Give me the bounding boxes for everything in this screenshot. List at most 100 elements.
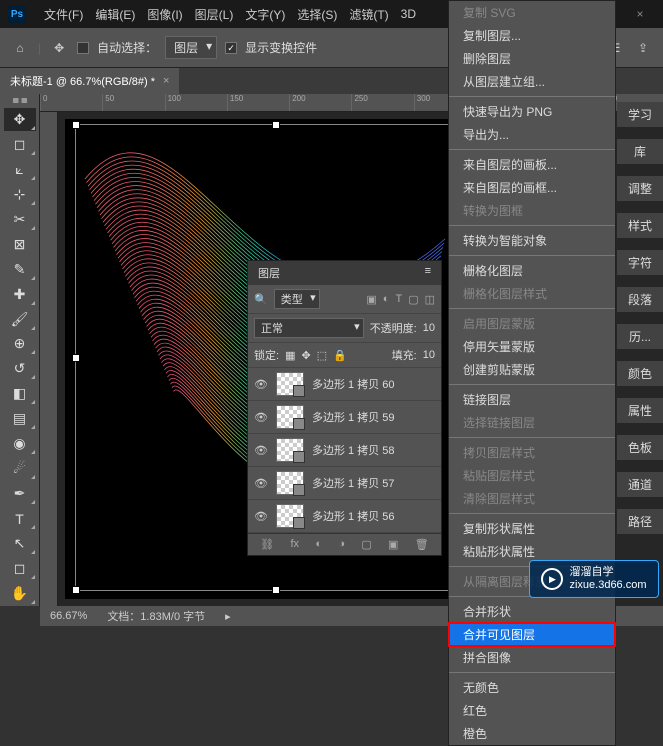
- layer-thumbnail[interactable]: [276, 438, 304, 462]
- context-item[interactable]: 复制图层...: [449, 24, 615, 47]
- mask-icon[interactable]: ◐: [315, 538, 322, 551]
- handle-ml[interactable]: [72, 354, 80, 362]
- handle-tc[interactable]: [272, 121, 280, 129]
- context-item[interactable]: 停用矢量蒙版: [449, 335, 615, 358]
- layer-row[interactable]: 👁多边形 1 拷贝 59: [248, 401, 441, 434]
- context-item[interactable]: 无颜色: [449, 676, 615, 699]
- context-item[interactable]: 转换为智能对象: [449, 229, 615, 252]
- menu-filter[interactable]: 滤镜(T): [343, 6, 394, 23]
- filter-smart-icon[interactable]: ◫: [425, 293, 435, 306]
- panel-tab[interactable]: 学习: [617, 102, 663, 127]
- document-tab[interactable]: 未标题-1 @ 66.7%(RGB/8#) * ×: [0, 68, 179, 94]
- menu-edit[interactable]: 编辑(E): [89, 6, 141, 23]
- menu-layer[interactable]: 图层(L): [189, 6, 240, 23]
- target-dropdown[interactable]: 图层: [165, 36, 217, 59]
- marquee-tool[interactable]: ◻: [4, 133, 36, 156]
- filter-type-dropdown[interactable]: 类型: [274, 289, 320, 309]
- layer-thumbnail[interactable]: [276, 372, 304, 396]
- collapse-icon[interactable]: [13, 98, 27, 103]
- context-item[interactable]: 来自图层的画板...: [449, 153, 615, 176]
- visibility-icon[interactable]: 👁: [254, 444, 268, 457]
- stamp-tool[interactable]: ⊕: [4, 333, 36, 356]
- context-item[interactable]: 创建剪贴蒙版: [449, 358, 615, 381]
- hand-tool[interactable]: ✋: [4, 582, 36, 605]
- dodge-tool[interactable]: ☄: [4, 457, 36, 480]
- menu-3d[interactable]: 3D: [395, 7, 422, 21]
- filter-type-icon[interactable]: T: [395, 293, 402, 306]
- context-item[interactable]: 删除图层: [449, 47, 615, 70]
- context-item[interactable]: 来自图层的画框...: [449, 176, 615, 199]
- lock-artboard-icon[interactable]: ⬚: [317, 349, 327, 362]
- blend-mode-dropdown[interactable]: 正常: [254, 318, 364, 338]
- blur-tool[interactable]: ◉: [4, 432, 36, 455]
- handle-bl[interactable]: [72, 586, 80, 594]
- fill-value[interactable]: 10: [423, 349, 435, 361]
- move-tool[interactable]: ✥: [4, 108, 36, 131]
- panel-tab[interactable]: 调整: [617, 176, 663, 201]
- visibility-icon[interactable]: 👁: [254, 510, 268, 523]
- handle-tl[interactable]: [72, 121, 80, 129]
- filter-image-icon[interactable]: ▣: [366, 293, 376, 306]
- zoom-level[interactable]: 66.67%: [50, 610, 87, 622]
- panel-tab[interactable]: 段落: [617, 287, 663, 312]
- pen-tool[interactable]: ✒: [4, 482, 36, 505]
- layer-row[interactable]: 👁多边形 1 拷贝 58: [248, 434, 441, 467]
- layer-thumbnail[interactable]: [276, 504, 304, 528]
- context-item[interactable]: 从图层建立组...: [449, 70, 615, 93]
- layer-thumbnail[interactable]: [276, 405, 304, 429]
- context-item[interactable]: 栅格化图层: [449, 259, 615, 282]
- layer-row[interactable]: 👁多边形 1 拷贝 57: [248, 467, 441, 500]
- link-layers-icon[interactable]: ⛓: [260, 538, 274, 551]
- visibility-icon[interactable]: 👁: [254, 477, 268, 490]
- context-item[interactable]: 快速导出为 PNG: [449, 100, 615, 123]
- panel-tab[interactable]: 通道: [617, 472, 663, 497]
- share-icon[interactable]: ⇪: [633, 38, 653, 58]
- close-icon[interactable]: ×: [625, 7, 655, 21]
- panel-tab[interactable]: 字符: [617, 250, 663, 275]
- group-icon[interactable]: ▢: [361, 538, 371, 551]
- layer-thumbnail[interactable]: [276, 471, 304, 495]
- delete-icon[interactable]: 🗑: [415, 538, 429, 551]
- context-item[interactable]: 拼合图像: [449, 646, 615, 669]
- menu-text[interactable]: 文字(Y): [239, 6, 291, 23]
- context-item[interactable]: 橙色: [449, 722, 615, 745]
- lock-all-icon[interactable]: 🔒: [333, 349, 347, 362]
- visibility-icon[interactable]: 👁: [254, 378, 268, 391]
- panel-header[interactable]: 图层 ≡: [248, 261, 441, 285]
- lasso-tool[interactable]: ⟀: [4, 158, 36, 181]
- panel-tab[interactable]: 属性: [617, 398, 663, 423]
- layer-row[interactable]: 👁多边形 1 拷贝 56: [248, 500, 441, 533]
- healing-tool[interactable]: ✚: [4, 283, 36, 306]
- layer-row[interactable]: 👁多边形 1 拷贝 60: [248, 368, 441, 401]
- visibility-icon[interactable]: 👁: [254, 411, 268, 424]
- path-select-tool[interactable]: ↖: [4, 532, 36, 555]
- new-layer-icon[interactable]: ▣: [388, 538, 398, 551]
- home-icon[interactable]: ⌂: [10, 38, 30, 58]
- opacity-value[interactable]: 10: [423, 322, 435, 334]
- context-item[interactable]: 导出为...: [449, 123, 615, 146]
- search-icon[interactable]: 🔍: [254, 293, 268, 306]
- eraser-tool[interactable]: ◧: [4, 382, 36, 405]
- tab-close-icon[interactable]: ×: [163, 75, 169, 87]
- auto-select-checkbox[interactable]: [77, 42, 89, 54]
- quick-select-tool[interactable]: ⊹: [4, 183, 36, 206]
- panel-tab[interactable]: 路径: [617, 509, 663, 534]
- filter-adjust-icon[interactable]: ◐: [383, 293, 390, 306]
- menu-file[interactable]: 文件(F): [38, 6, 89, 23]
- brush-tool[interactable]: 🖌: [4, 308, 36, 331]
- handle-bc[interactable]: [272, 586, 280, 594]
- gradient-tool[interactable]: ▤: [4, 407, 36, 430]
- panel-tab[interactable]: 历...: [617, 324, 663, 349]
- menu-image[interactable]: 图像(I): [141, 6, 188, 23]
- adjustment-icon[interactable]: ◑: [338, 538, 345, 551]
- panel-tab[interactable]: 颜色: [617, 361, 663, 386]
- filter-shape-icon[interactable]: ▢: [408, 293, 418, 306]
- doc-info-chevron-icon[interactable]: ▸: [225, 610, 231, 623]
- fx-icon[interactable]: fx: [290, 538, 299, 551]
- crop-tool[interactable]: ✂: [4, 208, 36, 231]
- lock-pixels-icon[interactable]: ▦: [285, 349, 295, 362]
- eyedropper-tool[interactable]: ✎: [4, 258, 36, 281]
- frame-tool[interactable]: ⊠: [4, 233, 36, 256]
- shape-tool[interactable]: ◻: [4, 557, 36, 580]
- context-item[interactable]: 合并可见图层: [449, 623, 615, 646]
